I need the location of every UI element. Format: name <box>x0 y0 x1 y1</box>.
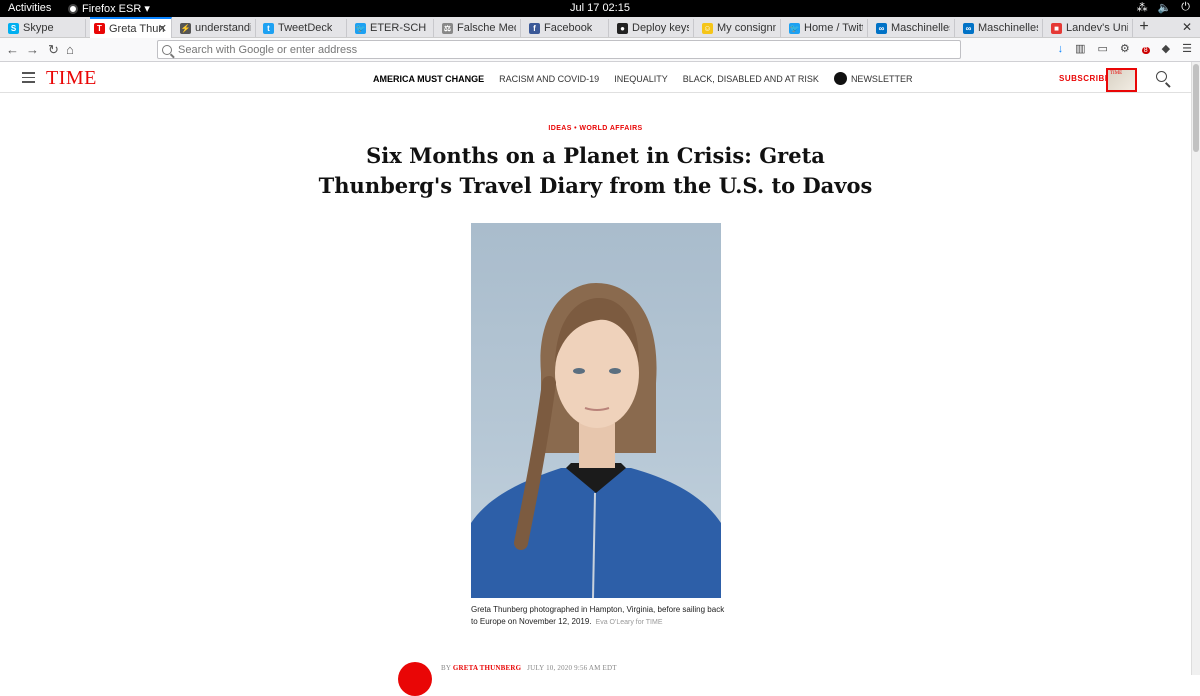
site-nav: AMERICA MUST CHANGE RACISM AND COVID-19 … <box>373 72 912 85</box>
browser-tab[interactable]: t TweetDeck <box>259 19 347 37</box>
magazine-cover-thumbnail[interactable]: TIME <box>1106 68 1137 92</box>
article-headline: Six Months on a Planet in Crisis: Greta … <box>300 141 891 201</box>
author-link[interactable]: GRETA THUNBERG <box>453 664 521 672</box>
photo-credit: Eva O'Leary for TIME <box>595 619 663 626</box>
headline-line-2: Thunberg's Travel Diary from the U.S. to… <box>318 173 873 198</box>
nav-link-black-disabled[interactable]: BLACK, DISABLED AND AT RISK <box>683 74 819 84</box>
tab-favicon-icon: ● <box>617 22 628 34</box>
browser-tab[interactable]: ● Deploy keys <box>613 19 694 37</box>
network-icon[interactable]: ⁂ <box>1137 1 1148 14</box>
tab-favicon-icon: 🐦 <box>355 22 366 34</box>
toolbar-icons: ↓ ▥ ▭ ⚙ 8 ◆ ☰ <box>1058 42 1192 56</box>
nav-link-newsletter[interactable]: NEWSLETTER <box>833 72 913 85</box>
browser-tab[interactable]: 🐦 ETER-SCH <box>351 19 434 37</box>
download-icon[interactable]: ↓ <box>1058 43 1064 55</box>
tab-title: Facebook <box>544 22 593 34</box>
tab-title: understanding <box>195 22 251 34</box>
back-icon[interactable]: ← <box>6 42 19 57</box>
system-tray[interactable]: ⁂ 🔈 ⏻ <box>1137 1 1190 14</box>
tab-title: Landev's Unico <box>1066 22 1128 34</box>
browser-tab[interactable]: ■ Landev's Unico <box>1047 19 1133 37</box>
tab-title: TweetDeck <box>278 22 333 34</box>
tab-title: Home / Twitte <box>804 22 863 34</box>
tab-favicon-icon: T <box>94 23 105 34</box>
publish-date: JULY 10, 2020 9:56 AM EDT <box>527 664 617 672</box>
extension-badge-icon[interactable]: 8 <box>1141 43 1150 55</box>
tab-favicon-icon: S <box>8 22 19 34</box>
subscribe-link[interactable]: SUBSCRIBE <box>1059 74 1111 83</box>
pocket-icon[interactable]: ◆ <box>1162 42 1170 55</box>
extension-badge: 8 <box>1141 46 1150 54</box>
site-logo[interactable]: TIME <box>46 67 97 90</box>
system-clock[interactable]: Jul 17 02:15 <box>0 2 1200 14</box>
article-kicker[interactable]: IDEAS • WORLD AFFAIRS <box>0 125 1191 132</box>
url-placeholder: Search with Google or enter address <box>178 43 358 56</box>
volume-icon[interactable]: 🔈 <box>1158 1 1172 14</box>
navigation-toolbar: ← → ↻ ⌂ Search with Google or enter addr… <box>0 38 1200 62</box>
newsletter-icon <box>833 72 847 85</box>
author-avatar[interactable] <box>398 662 432 696</box>
browser-tab[interactable]: ☺ My consignme <box>698 19 781 37</box>
tab-title: Maschinelles L <box>891 22 950 34</box>
tab-title: My consignme <box>717 22 776 34</box>
window-close-icon[interactable]: ✕ <box>1182 20 1192 34</box>
tab-title: ETER-SCH <box>370 22 427 34</box>
site-header: TIME AMERICA MUST CHANGE RACISM AND COVI… <box>0 62 1191 93</box>
photo-caption: Greta Thunberg photographed in Hampton, … <box>471 604 725 629</box>
browser-tab[interactable]: 🐦 Home / Twitte <box>785 19 868 37</box>
hamburger-menu-icon[interactable] <box>22 72 35 86</box>
tab-favicon-icon: ∞ <box>963 22 974 34</box>
headline-line-1: Six Months on a Planet in Crisis: Greta <box>366 143 825 168</box>
nav-link-inequality[interactable]: INEQUALITY <box>614 74 668 84</box>
tab-favicon-icon: t <box>263 22 274 34</box>
search-icon <box>162 44 172 55</box>
browser-tab[interactable]: f Facebook <box>525 19 609 37</box>
browser-tab[interactable]: T Greta Thun ✕ <box>90 17 172 38</box>
menu-icon[interactable]: ☰ <box>1182 42 1192 55</box>
system-top-bar: Activities Firefox ESR ▾ Jul 17 02:15 ⁂ … <box>0 0 1200 17</box>
cover-title: TIME <box>1110 71 1123 76</box>
newsletter-label: NEWSLETTER <box>850 73 913 84</box>
home-icon[interactable]: ⌂ <box>66 42 74 57</box>
tab-close-icon[interactable]: ✕ <box>158 22 167 35</box>
tab-favicon-icon: f <box>529 22 540 34</box>
tab-favicon-icon: ⚖ <box>442 22 453 34</box>
forward-icon[interactable]: → <box>26 42 39 57</box>
scrollbar-thumb[interactable] <box>1193 64 1199 152</box>
browser-tab[interactable]: ∞ Maschinelles L <box>872 19 955 37</box>
sidebar-icon[interactable]: ▭ <box>1097 42 1107 55</box>
activities-button[interactable]: Activities <box>8 2 51 14</box>
byline-prefix: BY <box>441 664 451 672</box>
tab-title: Skype <box>23 22 54 34</box>
tab-title: Maschinelles L <box>978 22 1038 34</box>
tab-title: Falsche Medik <box>457 22 516 34</box>
firefox-icon <box>68 3 78 14</box>
extension-icon[interactable]: ⚙ <box>1120 42 1130 55</box>
browser-tab[interactable]: ⚖ Falsche Medik <box>438 19 521 37</box>
nav-link-america-must-change[interactable]: AMERICA MUST CHANGE <box>373 74 484 84</box>
library-icon[interactable]: ▥ <box>1075 42 1085 55</box>
url-bar[interactable]: Search with Google or enter address <box>157 40 961 59</box>
tab-favicon-icon: ■ <box>1051 22 1062 34</box>
tab-favicon-icon: ☺ <box>702 22 713 34</box>
site-search-icon[interactable] <box>1156 71 1167 82</box>
page-scrollbar[interactable] <box>1191 62 1200 675</box>
byline: BY GRETA THUNBERG JULY 10, 2020 9:56 AM … <box>441 664 617 672</box>
tab-favicon-icon: 🐦 <box>789 22 800 34</box>
tab-title: Deploy keys <box>632 22 689 34</box>
nav-link-racism-covid[interactable]: RACISM AND COVID-19 <box>499 74 599 84</box>
app-menu-label: Firefox ESR ▾ <box>82 3 150 15</box>
power-icon[interactable]: ⏻ <box>1181 1 1190 14</box>
browser-tab[interactable]: ∞ Maschinelles L <box>959 19 1043 37</box>
tab-favicon-icon: ∞ <box>876 22 887 34</box>
tab-favicon-icon: ⚡ <box>180 22 191 34</box>
article-photo <box>471 223 721 598</box>
reload-icon[interactable]: ↻ <box>48 42 59 57</box>
app-menu[interactable]: Firefox ESR ▾ <box>68 2 150 15</box>
tab-title: Greta Thun <box>109 22 165 35</box>
browser-tab[interactable]: ⚡ understanding <box>176 19 256 37</box>
new-tab-button[interactable]: + <box>1137 17 1151 38</box>
browser-tab[interactable]: S Skype <box>4 19 86 37</box>
